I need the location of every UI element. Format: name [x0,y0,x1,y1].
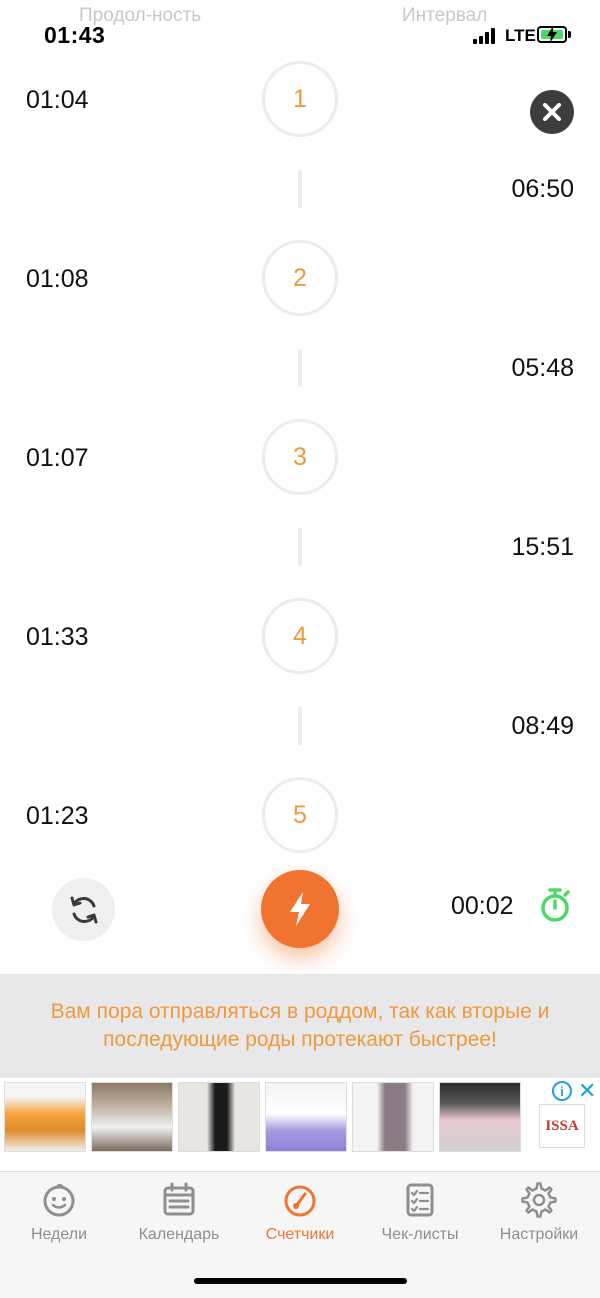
reset-button[interactable] [52,878,115,941]
tab-label: Календарь [138,1226,220,1243]
contraction-duration: 01:23 [26,802,89,830]
network-type: LTE [505,26,536,45]
contraction-duration: 01:04 [26,86,89,114]
timeline-connector [298,707,302,745]
start-contraction-button[interactable] [261,870,339,948]
timeline-connector [298,349,302,387]
ad-brand-logo[interactable]: ISSA [539,1104,585,1148]
home-indicator[interactable] [194,1278,407,1284]
contraction-interval: 08:49 [511,712,574,740]
ad-close-icon[interactable]: ✕ [578,1078,596,1104]
battery-cap [568,31,571,38]
signal-icon [473,28,495,44]
ad-product-image[interactable] [265,1082,347,1152]
charging-icon [547,26,557,43]
advice-banner: Вам пора отправляться в роддом, так как … [0,974,600,1078]
contraction-interval: 05:48 [511,354,574,382]
baby-face-icon [43,1183,75,1217]
close-icon [543,103,561,121]
tab-counters[interactable]: Счетчики [245,1180,355,1244]
tab-weeks[interactable]: Недели [4,1180,114,1244]
lightning-icon [290,892,310,926]
ad-product-image[interactable] [4,1082,86,1152]
timeline-connector [298,528,302,566]
advice-text: Вам пора отправляться в роддом, так как … [50,1000,550,1051]
ad-product-image[interactable] [178,1082,260,1152]
interval-column-header: Интервал [402,5,488,26]
tab-label: Счетчики [265,1226,335,1243]
contraction-number: 2 [262,240,338,316]
ad-product-image[interactable] [91,1082,173,1152]
calendar-icon [163,1182,195,1216]
ad-banner[interactable] [0,1078,600,1170]
contraction-number: 1 [262,61,338,137]
tab-label: Недели [30,1226,88,1243]
ad-info-icon[interactable]: i [552,1081,572,1101]
close-button[interactable] [530,90,574,134]
tab-settings[interactable]: Настройки [484,1180,594,1244]
ad-product-image[interactable] [352,1082,434,1152]
timer-display: 00:02 [451,892,514,920]
tab-label: Чек-листы [381,1226,459,1243]
contraction-duration: 01:33 [26,623,89,651]
refresh-icon [70,896,97,923]
timeline-connector [298,170,302,208]
contraction-interval: 15:51 [511,533,574,561]
contraction-number: 5 [262,777,338,853]
contraction-number: 3 [262,419,338,495]
tab-label: Настройки [499,1226,579,1243]
contraction-number: 4 [262,598,338,674]
gear-icon [521,1182,557,1218]
stopwatch-icon[interactable] [539,887,571,923]
contraction-interval: 06:50 [511,175,574,203]
tab-checklists[interactable]: Чек-листы [365,1180,475,1244]
contraction-duration: 01:08 [26,265,89,293]
ad-product-image[interactable] [439,1082,521,1152]
gauge-icon [284,1185,316,1217]
tab-calendar[interactable]: Календарь [124,1180,234,1244]
contraction-duration: 01:07 [26,444,89,472]
checklist-icon [406,1183,434,1217]
status-time: 01:43 [44,22,106,48]
